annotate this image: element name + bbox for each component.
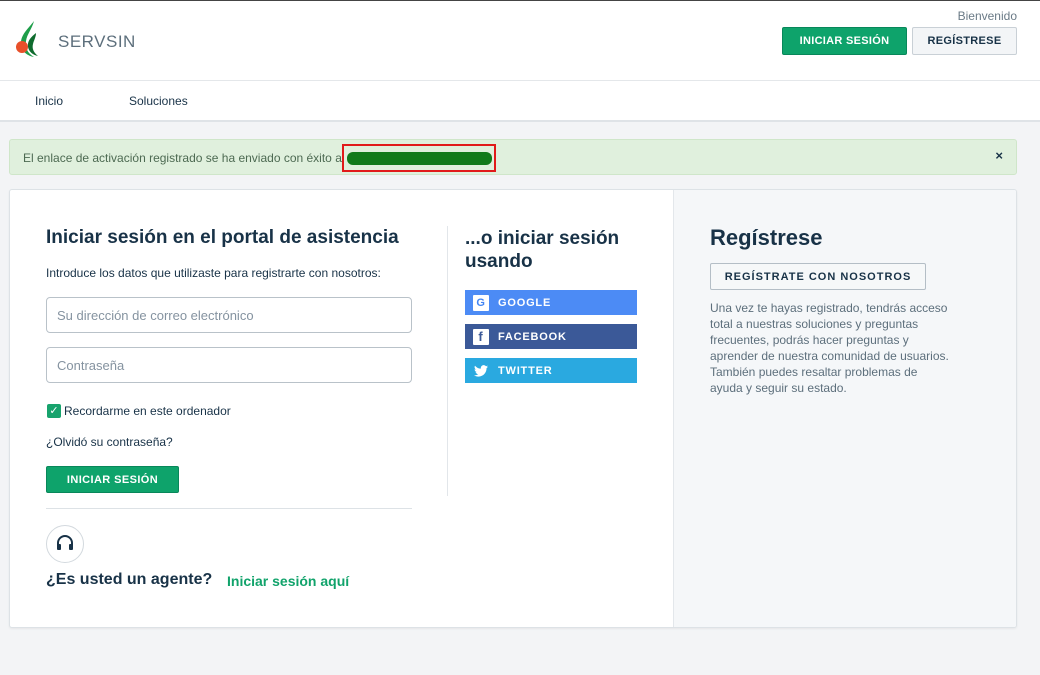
login-subtitle: Introduce los datos que utilizaste para …	[46, 266, 381, 280]
divider	[46, 508, 412, 509]
google-icon: G	[473, 294, 489, 311]
register-description: Una vez te hayas registrado, tendrás acc…	[710, 301, 949, 395]
success-alert: El enlace de activación registrado se ha…	[9, 139, 1017, 175]
remember-checkbox[interactable]: ✓	[47, 404, 61, 418]
welcome-text: Bienvenido	[957, 9, 1017, 23]
agent-question: ¿Es usted un agente?	[46, 571, 213, 588]
facebook-login-button[interactable]: f FACEBOOK	[465, 324, 637, 349]
register-button[interactable]: REGÍSTRATE CON NOSOTROS	[710, 263, 926, 290]
register-title: Regístrese	[710, 225, 823, 250]
redacted-email	[347, 152, 492, 165]
facebook-label: FACEBOOK	[498, 330, 567, 343]
header-login-button[interactable]: INICIAR SESIÓN	[782, 27, 907, 55]
nav-item-soluciones[interactable]: Soluciones	[129, 94, 188, 108]
brand-name[interactable]: SERVSIN	[58, 32, 136, 52]
agent-login-link[interactable]: Iniciar sesión aquí	[227, 573, 349, 589]
password-input[interactable]	[46, 347, 412, 383]
top-header: SERVSIN Bienvenido INICIAR SESIÓN REGÍST…	[0, 0, 1040, 81]
highlight-box	[342, 144, 496, 172]
forgot-password-link[interactable]: ¿Olvidó su contraseña?	[46, 435, 173, 449]
social-login-title: ...o iniciar sesión usando	[465, 228, 620, 272]
facebook-icon: f	[473, 328, 489, 345]
column-separator	[447, 226, 448, 496]
alert-message: El enlace de activación registrado se ha…	[23, 151, 342, 165]
google-label: GOOGLE	[498, 296, 552, 309]
twitter-icon	[473, 363, 489, 379]
email-input[interactable]	[46, 297, 412, 333]
login-title: Iniciar sesión en el portal de asistenci…	[46, 227, 399, 248]
servsin-logo[interactable]	[12, 19, 44, 59]
login-submit-button[interactable]: INICIAR SESIÓN	[46, 466, 179, 493]
nav-item-inicio[interactable]: Inicio	[35, 94, 63, 108]
main-nav: Inicio Soluciones	[0, 81, 1040, 122]
header-register-button[interactable]: REGÍSTRESE	[912, 27, 1017, 55]
twitter-login-button[interactable]: TWITTER	[465, 358, 637, 383]
login-card: Iniciar sesión en el portal de asistenci…	[9, 189, 1017, 628]
headset-icon	[46, 525, 84, 563]
alert-close-icon[interactable]: ×	[995, 148, 1003, 163]
remember-label[interactable]: Recordarme en este ordenador	[64, 404, 231, 418]
twitter-label: TWITTER	[498, 364, 553, 377]
register-panel: Regístrese REGÍSTRATE CON NOSOTROS Una v…	[673, 190, 1016, 627]
google-login-button[interactable]: G GOOGLE	[465, 290, 637, 315]
